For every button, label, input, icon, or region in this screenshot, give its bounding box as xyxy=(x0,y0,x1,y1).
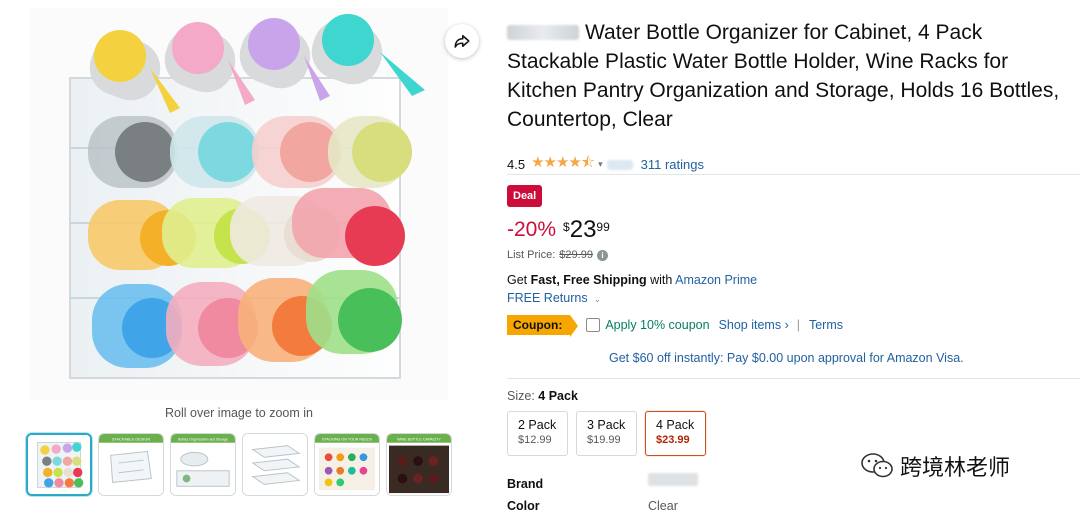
list-price-label: List Price: xyxy=(507,249,556,261)
size-option-name: 3 Pack xyxy=(587,418,626,432)
shop-items-link[interactable]: Shop items › xyxy=(719,318,789,332)
coupon-tag: Coupon: xyxy=(507,315,579,337)
size-option-price: $12.99 xyxy=(518,434,552,446)
size-option-price: $23.99 xyxy=(656,434,690,446)
size-options: 2 Pack $12.99 3 Pack $19.99 4 Pack $23.9… xyxy=(507,411,706,456)
size-option-2-pack[interactable]: 2 Pack $12.99 xyxy=(507,411,568,456)
watermark: 跨境林老师 xyxy=(860,450,1010,482)
brand-value-redacted xyxy=(648,473,698,486)
amazon-prime-link[interactable]: Amazon Prime xyxy=(675,273,757,287)
chevron-down-icon[interactable]: ⌄ xyxy=(594,294,602,304)
main-product-image[interactable] xyxy=(30,8,448,400)
size-option-name: 4 Pack xyxy=(656,418,695,432)
share-button[interactable] xyxy=(445,24,479,58)
attr-label-color: Color xyxy=(507,499,540,511)
deal-badge: Deal xyxy=(507,185,543,207)
thumbnail-strip: STACKABLE DESIGN Bottles Organization an… xyxy=(26,433,452,496)
thumbnail-organization-storage[interactable]: Bottles Organization and Storage xyxy=(170,433,236,496)
free-returns-label[interactable]: FREE Returns xyxy=(507,291,588,305)
apply-coupon-label[interactable]: Apply 10% coupon xyxy=(605,318,709,332)
price-currency: $ xyxy=(563,220,570,234)
size-option-3-pack[interactable]: 3 Pack $19.99 xyxy=(576,411,637,456)
size-option-4-pack[interactable]: 4 Pack $23.99 xyxy=(645,411,706,456)
zoom-hint: Roll over image to zoom in xyxy=(165,406,313,420)
discount-percent: -20% xyxy=(507,218,557,241)
info-icon[interactable]: i xyxy=(596,249,608,261)
shipping-info: Get Fast, Free Shipping with Amazon Prim… xyxy=(507,273,757,287)
attr-value-brand xyxy=(648,473,698,489)
size-option-name: 2 Pack xyxy=(518,418,557,432)
separator: | xyxy=(796,318,800,332)
chevron-down-icon[interactable]: ▾ xyxy=(598,159,603,170)
thumbnail-wine-capacity[interactable]: WINE BOTTLE CAPACITY xyxy=(386,433,452,496)
thumbnail-clear-rack[interactable] xyxy=(242,433,308,496)
shipping-prefix: Get xyxy=(507,273,531,287)
visa-offer-link[interactable]: Get $60 off instantly: Pay $0.00 upon ap… xyxy=(609,351,964,365)
thumb-caption: WINE BOTTLE CAPACITY xyxy=(397,437,441,441)
watermark-text: 跨境林老师 xyxy=(900,455,1011,480)
thumbnail-stackable-design[interactable]: STACKABLE DESIGN xyxy=(98,433,164,496)
attr-label-brand: Brand xyxy=(507,477,544,491)
divider xyxy=(507,378,1080,379)
attr-value-color: Clear xyxy=(648,499,678,511)
coupon-checkbox[interactable] xyxy=(586,318,601,332)
brand-name-redacted xyxy=(507,25,579,40)
thumbnail-main[interactable] xyxy=(26,433,92,496)
fast-free-shipping: Fast, Free Shipping xyxy=(530,273,647,287)
size-selected: 4 Pack xyxy=(538,389,578,403)
shipping-middle: with xyxy=(646,273,676,287)
price-row: -20% $ 23 99 xyxy=(507,216,610,244)
divider xyxy=(507,174,1080,175)
size-label-text: Size: xyxy=(507,389,535,403)
product-title: Water Bottle Organizer for Cabinet, 4 Pa… xyxy=(507,21,1060,131)
price-whole: 23 xyxy=(569,216,597,243)
ratings-count-link[interactable]: 311 ratings xyxy=(641,157,704,172)
size-option-price: $19.99 xyxy=(587,434,621,446)
thumbnail-stacking-needs[interactable]: STACKING ON YOUR NEEDS xyxy=(314,433,380,496)
list-price: List Price: $29.99 i xyxy=(507,249,608,261)
terms-link[interactable]: Terms xyxy=(809,318,843,332)
redacted-link xyxy=(606,159,633,170)
price-fraction: 99 xyxy=(596,220,610,234)
rating-value: 4.5 xyxy=(507,157,526,172)
size-label: Size: 4 Pack xyxy=(507,389,578,403)
list-price-value: $29.99 xyxy=(559,249,593,261)
thumb-caption: STACKABLE DESIGN xyxy=(112,436,151,441)
thumb-caption: Bottles Organization and Storage xyxy=(178,437,228,441)
coupon-row: Coupon: Apply 10% coupon Shop items › | … xyxy=(507,315,843,337)
share-arrow-icon xyxy=(454,35,470,48)
wechat-icon xyxy=(861,453,893,478)
thumb-caption: STACKING ON YOUR NEEDS xyxy=(322,437,373,441)
free-returns[interactable]: FREE Returns ⌄ xyxy=(507,291,601,305)
